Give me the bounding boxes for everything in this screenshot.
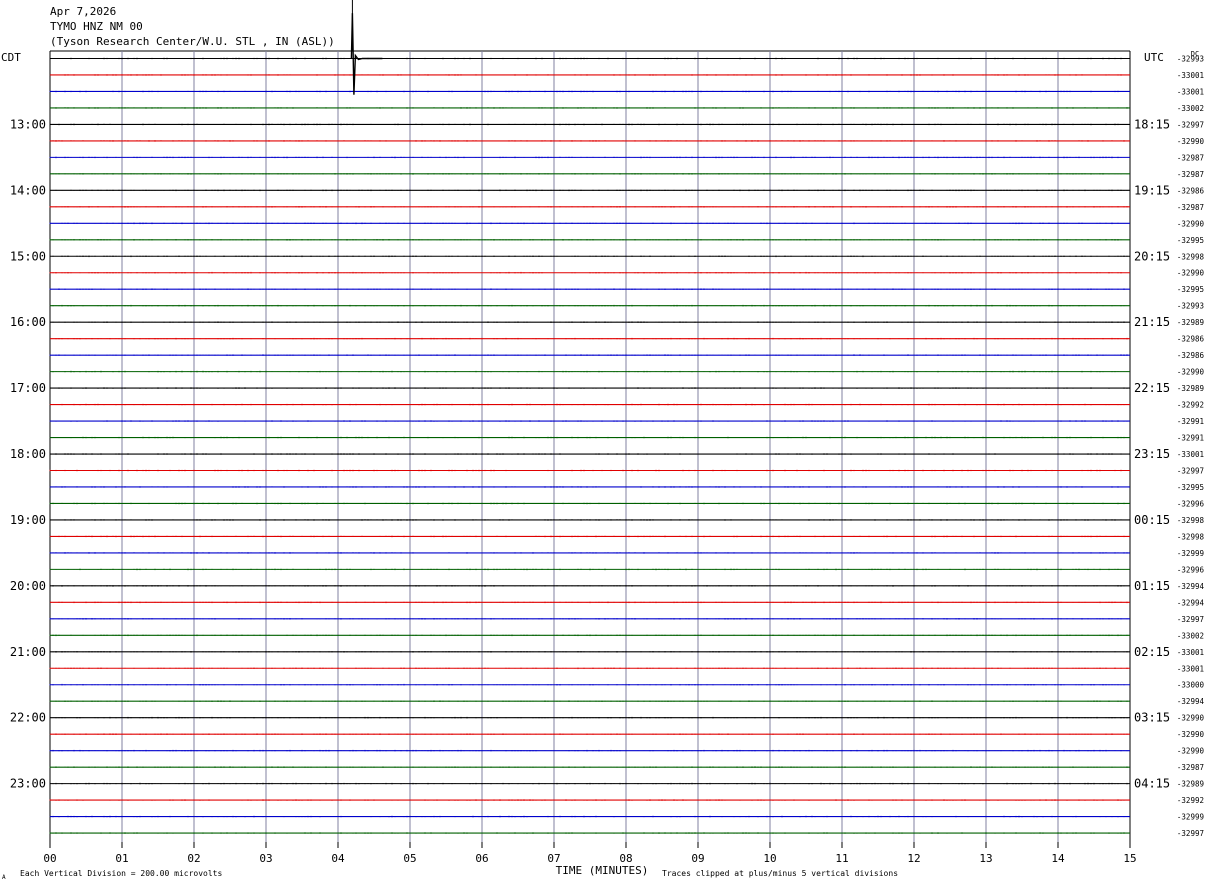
dc-offset-label: -32997 — [1177, 120, 1204, 129]
dc-offset-label: -32990 — [1177, 137, 1205, 146]
dc-offset-label: -32997 — [1177, 615, 1204, 624]
utc-hour-label: 03:15 — [1134, 711, 1170, 725]
label-group: CDT UTC DC13:0014:0015:0016:0017:0018:0019… — [1, 50, 1204, 881]
dc-offset-label: -32987 — [1177, 203, 1204, 212]
seismogram-plot: CDT UTC DC13:0014:0015:0016:0017:0018:0019… — [1, 0, 1204, 881]
x-tick-label: 14 — [1051, 852, 1065, 865]
dc-offset-label: -32998 — [1177, 516, 1205, 525]
utc-hour-label: 23:15 — [1134, 447, 1170, 461]
dc-offset-label: -32989 — [1177, 780, 1204, 789]
dc-offset-label: -32989 — [1177, 318, 1204, 327]
dc-offset-label: -32995 — [1177, 483, 1204, 492]
dc-offset-label: -33002 — [1177, 104, 1204, 113]
dc-offset-label: -32996 — [1177, 499, 1205, 508]
dc-offset-label: -32992 — [1177, 401, 1204, 410]
x-tick-label: 10 — [763, 852, 776, 865]
cdt-hour-label: 19:00 — [10, 513, 46, 527]
x-tick-label: 06 — [475, 852, 488, 865]
dc-offset-label: -32997 — [1177, 467, 1204, 476]
dc-offset-label: -32994 — [1177, 598, 1205, 607]
dc-offset-label: -32997 — [1177, 829, 1204, 838]
dc-offset-label: -32987 — [1177, 153, 1204, 162]
dc-offset-label: -33001 — [1177, 71, 1204, 80]
dc-offset-label: -32989 — [1177, 384, 1204, 393]
event-waveform — [350, 13, 383, 95]
footer-scale-note: Each Vertical Division = 200.00 microvol… — [20, 869, 222, 878]
x-tick-label: 01 — [115, 852, 128, 865]
cdt-hour-label: 20:00 — [10, 579, 46, 593]
cdt-hour-label: 14:00 — [10, 183, 46, 197]
cdt-hour-label: 21:00 — [10, 645, 46, 659]
x-tick-label: 09 — [691, 852, 704, 865]
utc-hour-label: 20:15 — [1134, 249, 1170, 263]
dc-offset-label: -33001 — [1177, 648, 1204, 657]
dc-offset-label: -32990 — [1177, 368, 1205, 377]
cdt-hour-label: 22:00 — [10, 711, 46, 725]
footer-clip-note: Traces clipped at plus/minus 5 vertical … — [662, 869, 898, 878]
cdt-hour-label: 15:00 — [10, 249, 46, 263]
dc-offset-label: -32986 — [1177, 335, 1205, 344]
cdt-hour-label: 16:00 — [10, 315, 46, 329]
dc-offset-label: -32986 — [1177, 186, 1205, 195]
dc-offset-label: -32994 — [1177, 582, 1205, 591]
utc-hour-label: 01:15 — [1134, 579, 1170, 593]
dc-offset-label: -32991 — [1177, 434, 1204, 443]
x-tick-label: 11 — [835, 852, 848, 865]
dc-offset-label: -32996 — [1177, 565, 1205, 574]
utc-hour-label: 02:15 — [1134, 645, 1170, 659]
utc-hour-label: 18:15 — [1134, 117, 1170, 131]
x-tick-label: 12 — [907, 852, 920, 865]
dc-offset-label: -32993 — [1177, 302, 1204, 311]
dc-offset-label: -32992 — [1177, 796, 1204, 805]
cdt-hour-label: 13:00 — [10, 117, 46, 131]
dc-offset-label: -32990 — [1177, 714, 1205, 723]
dc-offset-label: -33001 — [1177, 450, 1204, 459]
dc-offset-label: -32986 — [1177, 351, 1205, 360]
x-tick-label: 13 — [979, 852, 992, 865]
dc-offset-label: -32990 — [1177, 730, 1205, 739]
utc-hour-label: 21:15 — [1134, 315, 1170, 329]
dc-offset-label: -33001 — [1177, 87, 1204, 96]
vertical-grid — [49, 50, 1131, 842]
dc-offset-label: -32998 — [1177, 532, 1205, 541]
dc-offset-label: -32990 — [1177, 747, 1205, 756]
footer-mark: A — [2, 874, 6, 881]
dc-offset-label: -33000 — [1177, 681, 1205, 690]
x-tick-label: 03 — [259, 852, 272, 865]
dc-offset-label: -33002 — [1177, 631, 1204, 640]
dc-offset-label: -32995 — [1177, 236, 1204, 245]
x-tick-label: 00 — [43, 852, 56, 865]
x-tick-label: 15 — [1123, 852, 1136, 865]
utc-label: UTC — [1144, 51, 1164, 64]
trace-group — [49, 0, 1130, 834]
x-tick-label: 02 — [187, 852, 200, 865]
utc-hour-label: 19:15 — [1134, 183, 1170, 197]
dc-offset-label: -32987 — [1177, 170, 1204, 179]
dc-offset-label: -32998 — [1177, 252, 1205, 261]
dc-offset-label: -32990 — [1177, 269, 1205, 278]
x-tick-label: 05 — [403, 852, 416, 865]
cdt-hour-label: 23:00 — [10, 777, 46, 791]
x-axis-title: TIME (MINUTES) — [556, 864, 649, 877]
dc-offset-label: -32993 — [1177, 55, 1204, 64]
cdt-hour-label: 18:00 — [10, 447, 46, 461]
dc-offset-label: -32999 — [1177, 549, 1204, 558]
dc-offset-label: -32991 — [1177, 417, 1204, 426]
cdt-hour-label: 17:00 — [10, 381, 46, 395]
dc-offset-label: -33001 — [1177, 664, 1204, 673]
dc-offset-label: -32994 — [1177, 697, 1205, 706]
dc-offset-label: -32987 — [1177, 763, 1204, 772]
utc-hour-label: 04:15 — [1134, 777, 1170, 791]
dc-offset-label: -32999 — [1177, 813, 1204, 822]
utc-hour-label: 00:15 — [1134, 513, 1170, 527]
dc-offset-label: -32990 — [1177, 219, 1205, 228]
x-tick-label: 04 — [331, 852, 345, 865]
cdt-label: CDT — [1, 51, 21, 64]
utc-hour-label: 22:15 — [1134, 381, 1170, 395]
dc-offset-label: -32995 — [1177, 285, 1204, 294]
